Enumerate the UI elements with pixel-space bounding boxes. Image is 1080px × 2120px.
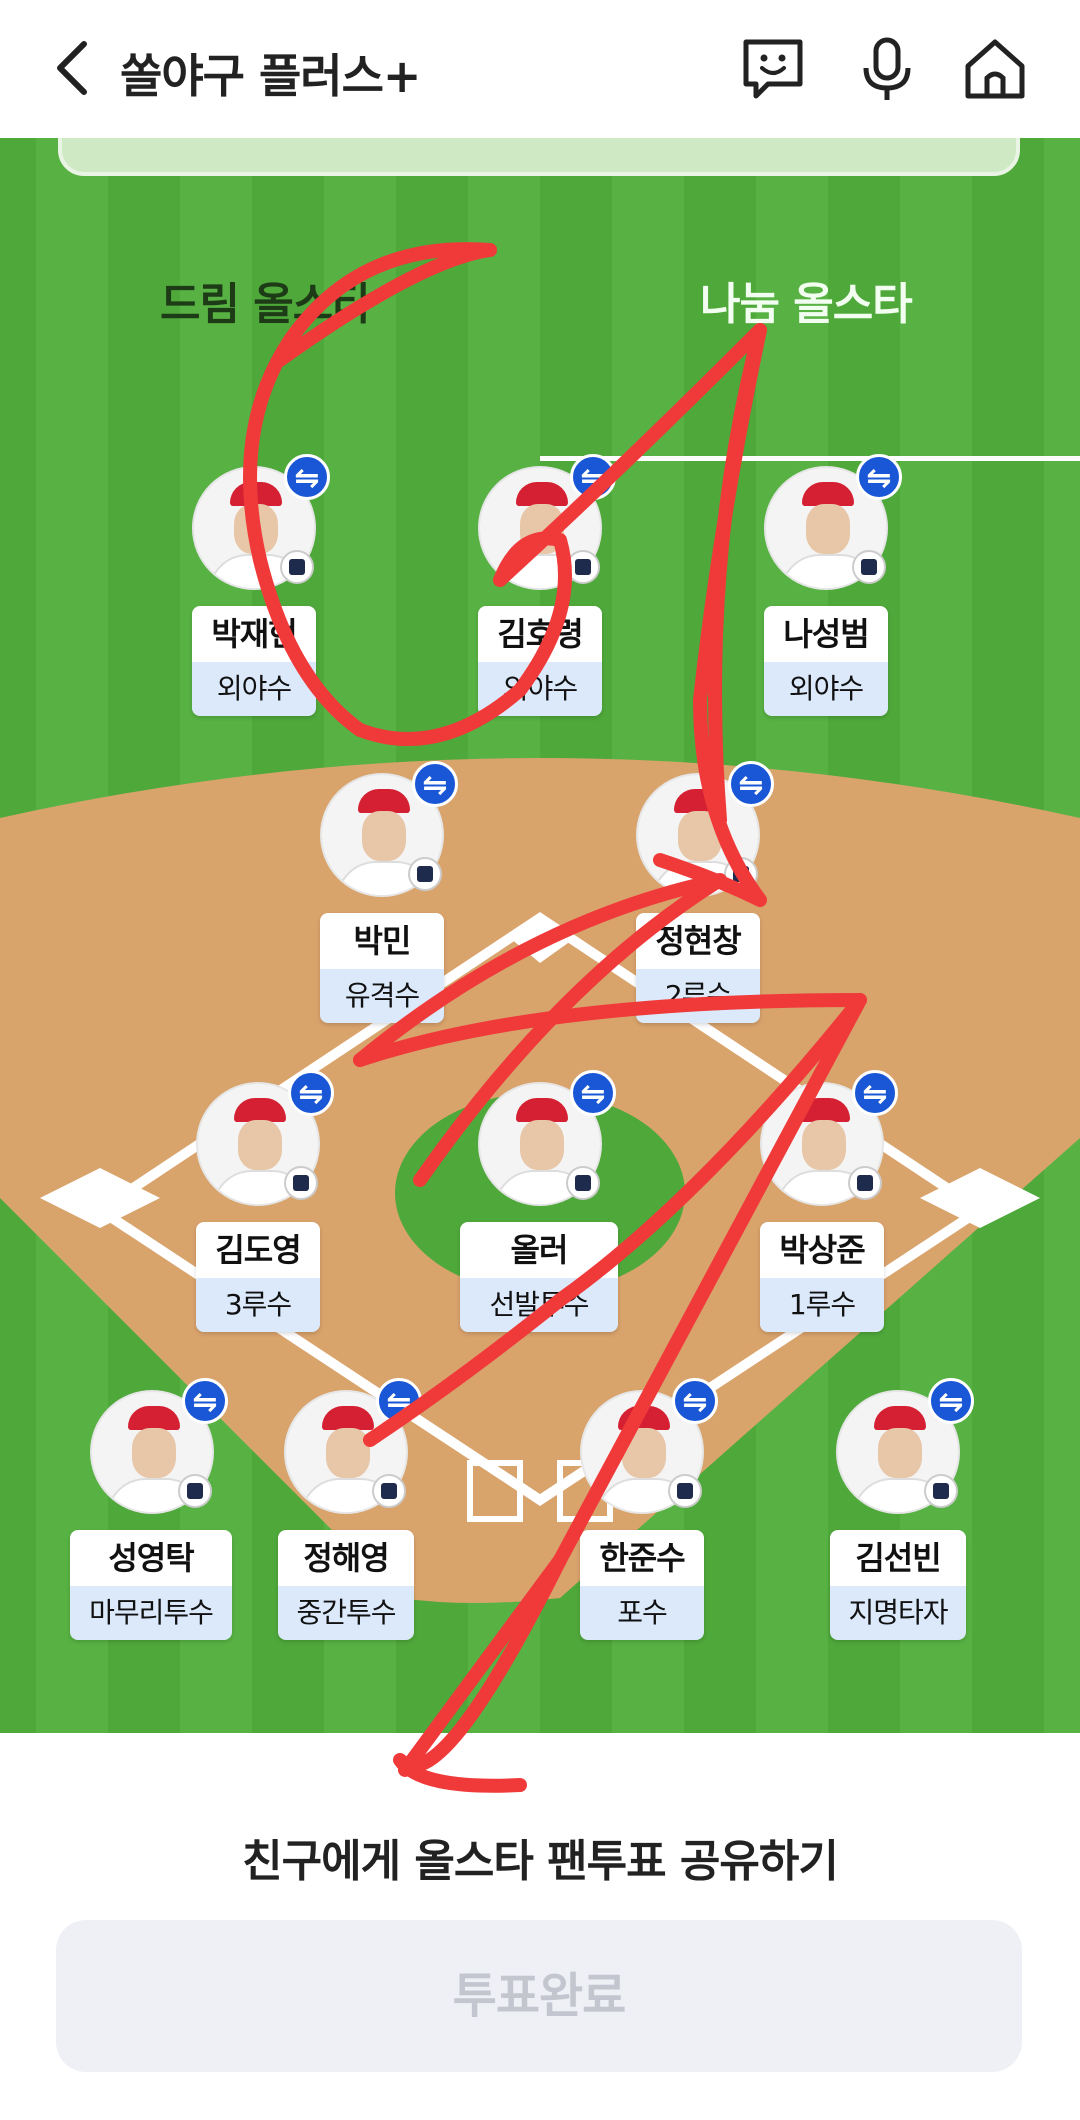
player-name: 김선빈 xyxy=(830,1530,966,1586)
player-position: 외야수 xyxy=(478,662,602,716)
player-name: 김호령 xyxy=(478,606,602,662)
team-logo-icon xyxy=(724,857,758,891)
swap-icon[interactable]: ⇋ xyxy=(288,1070,334,1116)
player-position: 중간투수 xyxy=(278,1586,414,1640)
player-name: 박민 xyxy=(320,913,444,969)
team-logo-icon xyxy=(852,550,886,584)
app-header: 쏠야구 플러스+ xyxy=(0,0,1080,138)
active-tab-indicator xyxy=(540,456,1080,461)
swap-icon[interactable]: ⇋ xyxy=(928,1378,974,1424)
team-logo-icon xyxy=(284,1166,318,1200)
swap-icon[interactable]: ⇋ xyxy=(672,1378,718,1424)
player-name: 올러 xyxy=(460,1222,618,1278)
team-logo-icon xyxy=(848,1166,882,1200)
swap-icon[interactable]: ⇋ xyxy=(570,454,616,500)
player-name: 나성범 xyxy=(764,606,888,662)
swap-icon[interactable]: ⇋ xyxy=(182,1378,228,1424)
team-logo-icon xyxy=(668,1474,702,1508)
back-arrow-icon[interactable] xyxy=(48,38,98,98)
player-position: 마무리투수 xyxy=(70,1586,232,1640)
player-name: 박재현 xyxy=(192,606,316,662)
page-title: 쏠야구 플러스+ xyxy=(120,49,421,103)
team-logo-icon xyxy=(924,1474,958,1508)
chatbot-icon[interactable] xyxy=(738,34,808,104)
player-position: 2루수 xyxy=(636,969,760,1023)
swap-icon[interactable]: ⇋ xyxy=(728,761,774,807)
microphone-icon[interactable] xyxy=(852,34,922,104)
player-position: 3루수 xyxy=(196,1278,320,1332)
swap-icon[interactable]: ⇋ xyxy=(412,761,458,807)
player-position: 포수 xyxy=(580,1586,704,1640)
player-name: 박상준 xyxy=(760,1222,884,1278)
player-position: 선발투수 xyxy=(460,1278,618,1332)
player-position: 1루수 xyxy=(760,1278,884,1332)
team-logo-icon xyxy=(566,550,600,584)
team-logo-icon xyxy=(372,1474,406,1508)
vote-complete-button[interactable]: 투표완료 xyxy=(56,1920,1022,2072)
swap-icon[interactable]: ⇋ xyxy=(852,1070,898,1116)
player-position: 외야수 xyxy=(192,662,316,716)
player-name: 정해영 xyxy=(278,1530,414,1586)
team-logo-icon xyxy=(280,550,314,584)
lineup-field: 드림 올스타 나눔 올스타 ⇋ 박재현 외야수 ⇋ 김호령 외야수 ⇋ 나성범 외야수… xyxy=(0,138,1080,1733)
tab-dream-allstar[interactable]: 드림 올스타 xyxy=(160,268,373,332)
share-link[interactable]: 친구에게 올스타 팬투표 공유하기 xyxy=(0,1825,1080,1889)
swap-icon[interactable]: ⇋ xyxy=(376,1378,422,1424)
player-position: 외야수 xyxy=(764,662,888,716)
player-name: 김도영 xyxy=(196,1222,320,1278)
player-name: 한준수 xyxy=(580,1530,704,1586)
swap-icon[interactable]: ⇋ xyxy=(570,1070,616,1116)
player-position: 유격수 xyxy=(320,969,444,1023)
tab-nanum-allstar[interactable]: 나눔 올스타 xyxy=(700,268,913,332)
player-position: 지명타자 xyxy=(830,1586,966,1640)
player-name: 성영탁 xyxy=(70,1530,232,1586)
team-logo-icon xyxy=(566,1166,600,1200)
swap-icon[interactable]: ⇋ xyxy=(284,454,330,500)
team-logo-icon xyxy=(408,857,442,891)
allstar-tabs: 드림 올스타 나눔 올스타 xyxy=(0,238,1080,461)
player-name: 정현창 xyxy=(636,913,760,969)
team-logo-icon xyxy=(178,1474,212,1508)
swap-icon[interactable]: ⇋ xyxy=(856,454,902,500)
home-icon[interactable] xyxy=(960,34,1030,104)
